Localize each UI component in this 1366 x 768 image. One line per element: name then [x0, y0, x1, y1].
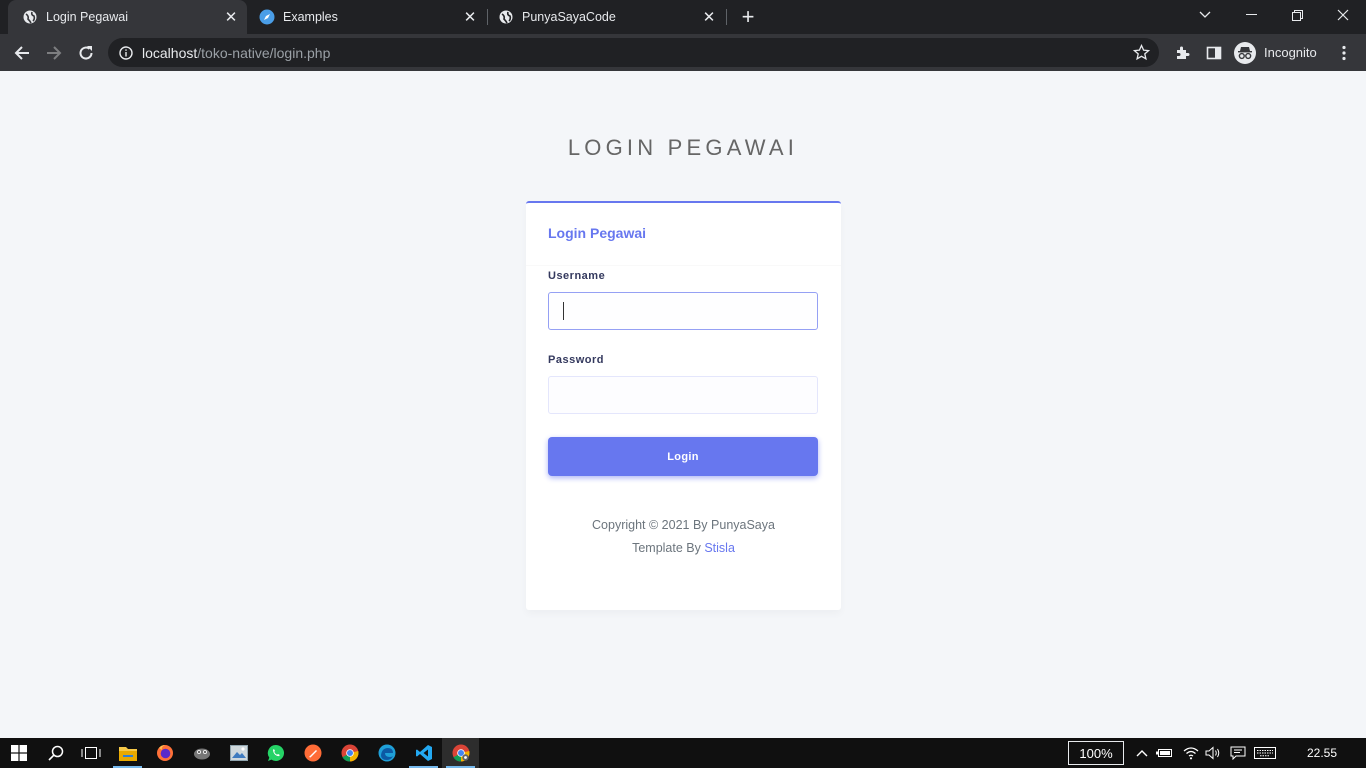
address-bar[interactable]: localhost/toko-native/login.php: [108, 38, 1159, 67]
tab-separator: [726, 9, 727, 25]
username-label: Username: [548, 270, 606, 282]
url-host: localhost: [142, 44, 198, 61]
chrome-icon[interactable]: [331, 738, 368, 768]
globe-icon: [498, 9, 514, 25]
side-panel-icon[interactable]: [1200, 39, 1228, 67]
task-view-icon[interactable]: [72, 738, 109, 768]
incognito-icon: [1234, 41, 1256, 64]
reload-icon[interactable]: [72, 39, 100, 67]
page-content: LOGIN PEGAWAI Login Pegawai Username Pas…: [0, 71, 1366, 738]
zoom-indicator[interactable]: 100%: [1068, 741, 1124, 765]
windows-taskbar: 100% 22.55: [0, 738, 1366, 768]
password-label: Password: [548, 354, 604, 366]
bookmark-star-icon[interactable]: [1132, 43, 1151, 61]
tab-title: Login Pegawai: [46, 10, 129, 24]
volume-icon[interactable]: [1202, 738, 1224, 768]
compass-icon: [259, 9, 275, 25]
tab-punyasayacode[interactable]: PunyaSayaCode ✕: [488, 0, 725, 34]
start-icon[interactable]: [0, 738, 37, 768]
menu-kebab-icon[interactable]: [1332, 39, 1356, 67]
extensions-icon[interactable]: [1168, 39, 1196, 67]
login-card: Login Pegawai Username Password Login Co…: [526, 201, 841, 610]
card-footer: Copyright © 2021 By PunyaSaya Template B…: [548, 514, 819, 560]
tab-examples[interactable]: Examples ✕: [249, 0, 486, 34]
app-icon[interactable]: [183, 738, 220, 768]
url-text: localhost/toko-native/login.php: [142, 45, 330, 61]
show-hidden-icons-icon[interactable]: [1132, 738, 1152, 768]
browser-toolbar: localhost/toko-native/login.php Incognit…: [0, 34, 1366, 71]
card-title: Login Pegawai: [548, 225, 647, 241]
tab-title: Examples: [283, 10, 338, 24]
template-prefix: Template By: [632, 541, 705, 555]
photos-icon[interactable]: [220, 738, 257, 768]
copyright-text: Copyright © 2021 By PunyaSaya: [592, 518, 775, 532]
tab-title: PunyaSayaCode: [522, 10, 616, 24]
postman-icon[interactable]: [294, 738, 331, 768]
incognito-label: Incognito: [1264, 45, 1317, 60]
card-header: Login Pegawai: [526, 203, 841, 266]
login-button[interactable]: Login: [548, 437, 818, 476]
close-window-icon[interactable]: [1320, 0, 1366, 30]
close-tab-icon[interactable]: ✕: [460, 7, 480, 27]
firefox-icon[interactable]: [146, 738, 183, 768]
forward-arrow-icon[interactable]: [40, 39, 68, 67]
tab-strip: Login Pegawai ✕ Examples ✕ PunyaSayaCode…: [0, 0, 1366, 34]
info-icon[interactable]: [119, 45, 133, 60]
chrome-icon[interactable]: [442, 738, 479, 768]
login-form: Username Password Login Copyright © 2021…: [526, 270, 841, 560]
notification-icon[interactable]: [1227, 738, 1249, 768]
battery-icon[interactable]: [1154, 738, 1176, 768]
vscode-icon[interactable]: [405, 738, 442, 768]
system-clock[interactable]: 22.55: [1296, 738, 1348, 768]
tab-login-pegawai[interactable]: Login Pegawai ✕: [8, 0, 247, 34]
restore-icon[interactable]: [1274, 0, 1320, 30]
whatsapp-icon[interactable]: [257, 738, 294, 768]
minimize-icon[interactable]: [1228, 0, 1274, 30]
text-caret: [563, 302, 564, 320]
close-tab-icon[interactable]: ✕: [699, 7, 719, 27]
new-tab-button[interactable]: +: [736, 4, 760, 29]
page-title: LOGIN PEGAWAI: [567, 135, 799, 160]
url-path: /toko-native/login.php: [197, 44, 331, 61]
template-credit: Template By Stisla: [548, 537, 819, 560]
tab-search-icon[interactable]: [1182, 0, 1228, 30]
close-tab-icon[interactable]: ✕: [221, 7, 241, 27]
username-input[interactable]: [548, 292, 818, 330]
password-input[interactable]: [548, 376, 818, 414]
globe-icon: [22, 9, 38, 25]
edge-icon[interactable]: [368, 738, 405, 768]
wifi-icon[interactable]: [1180, 738, 1202, 768]
incognito-indicator[interactable]: Incognito: [1234, 38, 1317, 67]
stisla-link[interactable]: Stisla: [704, 541, 735, 555]
keyboard-icon[interactable]: [1252, 738, 1278, 768]
search-icon[interactable]: [37, 738, 74, 768]
file-explorer-icon[interactable]: [109, 738, 146, 768]
back-arrow-icon[interactable]: [8, 39, 36, 67]
